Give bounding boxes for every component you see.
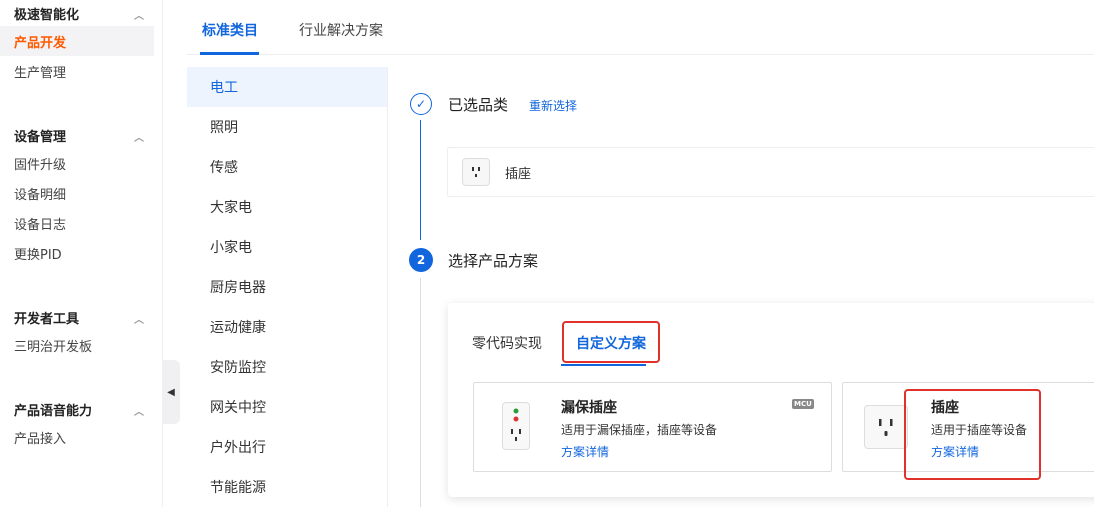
category-item[interactable]: 厨房电器 [187, 267, 387, 307]
sidebar-collapse-button[interactable]: ◀ [162, 360, 180, 424]
sidebar-item-label: 三明治开发板 [14, 339, 93, 355]
sidebar-group-header[interactable]: 开发者工具 ︿ [0, 304, 154, 330]
step2-number: 2 [409, 248, 433, 272]
sidebar-item-label: 生产管理 [14, 65, 67, 81]
sidebar-group-header[interactable]: 极速智能化 ︿ [0, 0, 154, 26]
sidebar-group-title: 极速智能化 [14, 7, 80, 23]
sidebar-item-change-pid[interactable]: 更换PID [0, 238, 154, 268]
category-item[interactable]: 网关中控 [187, 387, 387, 427]
step2-title: 选择产品方案 [448, 252, 539, 270]
sidebar-item-product-dev[interactable]: 产品开发 [0, 26, 154, 56]
sidebar-group-header[interactable]: 设备管理 ︿ [0, 122, 154, 148]
category-label: 电工 [210, 80, 238, 96]
chevron-up-icon[interactable]: ︿ [134, 311, 144, 326]
sidebar-group-devtools: 开发者工具 ︿ 三明治开发板 [0, 304, 154, 360]
category-item[interactable]: 户外出行 [187, 427, 387, 467]
check-circle-icon: ✓ [410, 93, 432, 115]
category-item[interactable]: 大家电 [187, 187, 387, 227]
category-label: 网关中控 [210, 400, 266, 416]
category-item[interactable]: 节能能源 [187, 467, 387, 507]
sidebar-item-device-log[interactable]: 设备日志 [0, 208, 154, 238]
category-item[interactable]: 传感 [187, 147, 387, 187]
chevron-up-icon[interactable]: ︿ [134, 403, 144, 418]
scheme-tab-indicator [561, 364, 646, 366]
category-label: 运动健康 [210, 320, 266, 336]
selected-category-card: 插座 [447, 147, 1094, 197]
sidebar-group-title: 开发者工具 [14, 311, 80, 327]
sidebar-group-device: 设备管理 ︿ 固件升级 设备明细 设备日志 更换PID [0, 122, 154, 268]
sidebar-group-title: 设备管理 [14, 129, 67, 145]
sidebar-item-label: 固件升级 [14, 157, 67, 173]
category-label: 传感 [210, 160, 238, 176]
category-label: 小家电 [210, 240, 252, 256]
category-item[interactable]: 运动健康 [187, 307, 387, 347]
sidebar: 极速智能化 ︿ 产品开发 生产管理 设备管理 ︿ 固件升级 设备明细 设备日志 … [0, 0, 163, 507]
card-title: 漏保插座 [561, 400, 617, 416]
category-label: 大家电 [210, 200, 252, 216]
step-connector [420, 278, 421, 507]
highlight-box [904, 389, 1041, 480]
category-item[interactable]: 小家电 [187, 227, 387, 267]
sidebar-item-label: 产品接入 [14, 431, 67, 447]
socket-icon [864, 405, 908, 449]
chevron-up-icon[interactable]: ︿ [134, 7, 144, 22]
sidebar-group-smart: 极速智能化 ︿ 产品开发 生产管理 [0, 0, 154, 86]
reselect-link[interactable]: 重新选择 [529, 97, 577, 114]
category-label: 厨房电器 [210, 280, 266, 296]
sidebar-group-header[interactable]: 产品语音能力 ︿ [0, 396, 154, 422]
category-item[interactable]: 电工 [187, 67, 387, 107]
category-label: 户外出行 [210, 440, 266, 456]
category-item[interactable]: 照明 [187, 107, 387, 147]
socket-icon [462, 158, 490, 186]
category-label: 节能能源 [210, 480, 266, 496]
highlight-box [562, 321, 660, 363]
step1-title: 已选品类 [448, 96, 509, 114]
tab-active-indicator [200, 52, 259, 55]
category-list: 电工 照明 传感 大家电 小家电 厨房电器 运动健康 安防监控 网关中控 户外出… [187, 67, 388, 507]
sidebar-item-label: 更换PID [14, 247, 62, 263]
tab-standard[interactable]: 标准类目 [202, 20, 258, 40]
tab-industry[interactable]: 行业解决方案 [299, 20, 383, 40]
sidebar-item-firmware[interactable]: 固件升级 [0, 148, 154, 178]
sidebar-item-label: 设备日志 [14, 217, 67, 233]
step-connector [420, 120, 421, 240]
sidebar-item-device-detail[interactable]: 设备明细 [0, 178, 154, 208]
leakage-socket-icon [502, 402, 530, 450]
category-item[interactable]: 安防监控 [187, 347, 387, 387]
card-description: 适用于漏保插座，插座等设备 [561, 423, 718, 437]
mcu-badge: MCU [792, 399, 814, 409]
sidebar-item-sandwich-board[interactable]: 三明治开发板 [0, 330, 154, 360]
tab-zero-code[interactable]: 零代码实现 [472, 333, 542, 353]
sidebar-item-label: 产品开发 [14, 35, 67, 51]
selected-category-label: 插座 [505, 167, 532, 182]
chevron-up-icon[interactable]: ︿ [134, 129, 144, 144]
sidebar-item-label: 设备明细 [14, 187, 67, 203]
sidebar-group-title: 产品语音能力 [14, 403, 93, 419]
category-label: 照明 [210, 120, 238, 136]
caret-left-icon: ◀ [167, 386, 175, 398]
scheme-details-link[interactable]: 方案详情 [561, 443, 609, 460]
sidebar-group-voice: 产品语音能力 ︿ 产品接入 [0, 396, 154, 452]
category-label: 安防监控 [210, 360, 266, 376]
sidebar-item-product-access[interactable]: 产品接入 [0, 422, 154, 452]
sidebar-item-production[interactable]: 生产管理 [0, 56, 154, 86]
